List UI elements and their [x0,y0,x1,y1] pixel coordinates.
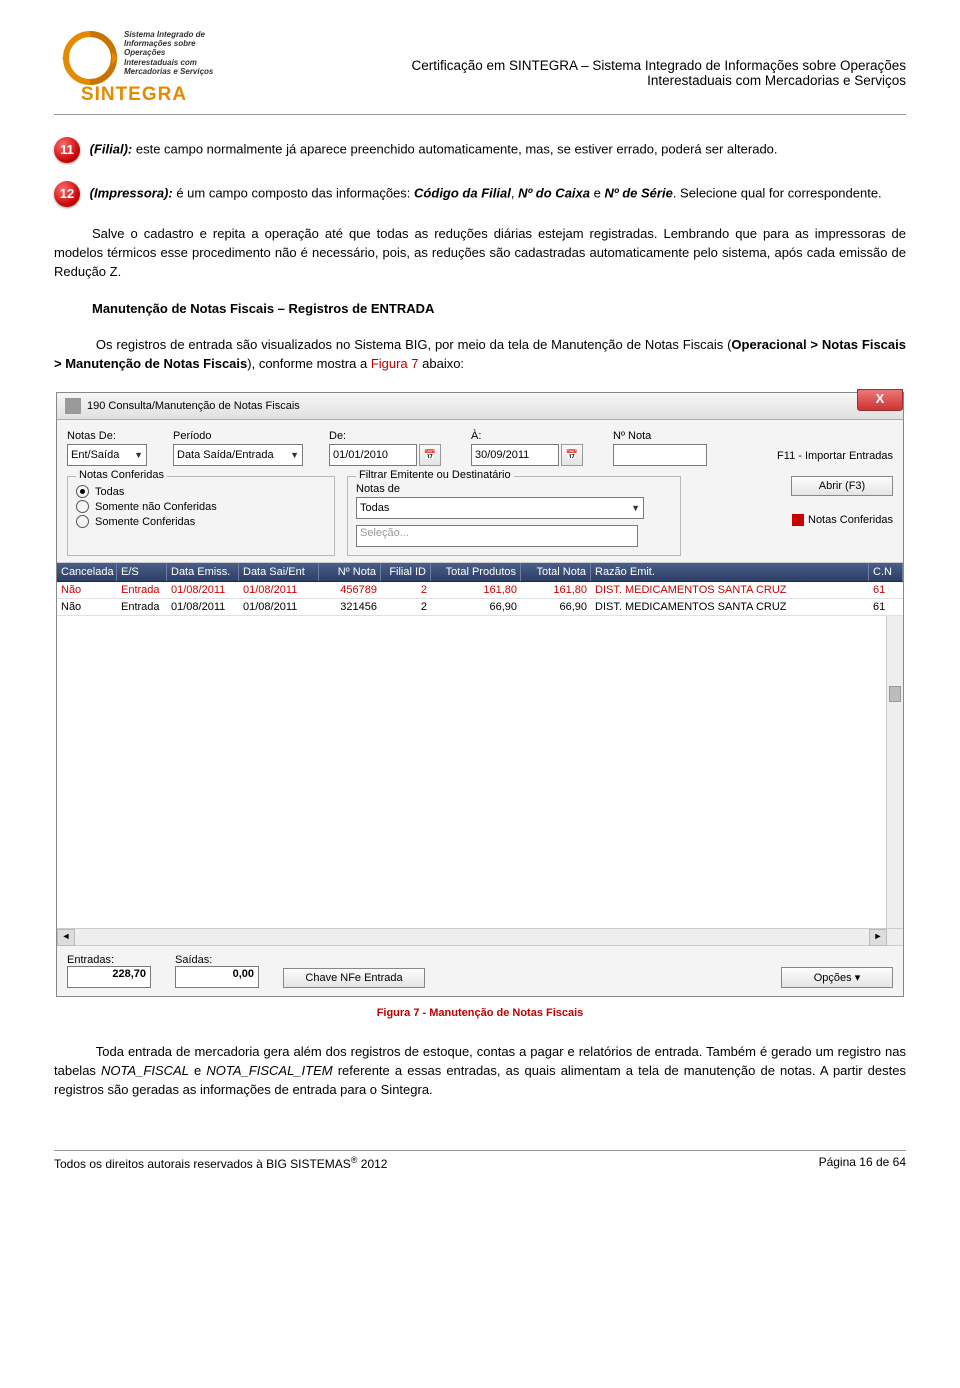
label-de: De: [329,430,445,442]
heading-manutencao: Manutenção de Notas Fiscais – Registros … [54,300,906,319]
calendar-icon: 📅 [424,450,436,461]
chevron-down-icon: ▼ [627,503,640,513]
titlebar: 190 Consulta/Manutenção de Notas Fiscais… [57,393,903,420]
chevron-down-icon: ▼ [286,450,299,460]
para-filial: 11 (Filial): este campo normalmente já a… [54,137,906,163]
input-a[interactable] [471,444,559,466]
window-icon [65,398,81,414]
col-filial-id[interactable]: Filial ID [381,563,431,581]
para-impressora: 12 (Impressora): é um campo composto das… [54,181,906,207]
page-header: Sistema Integrado de Informações sobre O… [54,30,906,115]
scroll-left-icon[interactable]: ◄ [57,929,75,946]
window-title: 190 Consulta/Manutenção de Notas Fiscais [87,400,300,412]
label-notas-de2: Notas de [356,483,672,495]
table-row[interactable]: NãoEntrada01/08/201101/08/20114567892161… [57,582,903,599]
label-notas-de: Notas De: [67,430,147,442]
label-n-nota: Nº Nota [613,430,703,442]
col-total-nota[interactable]: Total Nota [521,563,591,581]
input-n-nota[interactable] [613,444,707,466]
col-data-sai-ent[interactable]: Data Sai/Ent [239,563,319,581]
para-registros: Os registros de entrada são visualizados… [54,336,906,374]
badge-12-icon: 12 [54,181,80,207]
data-grid: Cancelada E/S Data Emiss. Data Sai/Ent N… [57,563,903,945]
logo-block: Sistema Integrado de Informações sobre O… [54,30,214,106]
calendar-icon: 📅 [566,450,578,461]
header-title: Certificação em SINTEGRA – Sistema Integ… [228,30,906,88]
vertical-scrollbar[interactable] [886,616,903,928]
label-periodo: Período [173,430,303,442]
calendar-a-button[interactable]: 📅 [561,444,583,466]
value-entradas: 228,70 [67,966,151,988]
input-de[interactable] [329,444,417,466]
combo-periodo[interactable]: Data Saída/Entrada▼ [173,444,303,466]
grid-header: Cancelada E/S Data Emiss. Data Sai/Ent N… [57,563,903,582]
footer-left: Todos os direitos autorais reservados à … [54,1155,387,1171]
chave-nfe-button[interactable]: Chave NFe Entrada [283,968,425,988]
grid-empty-area [57,616,903,928]
label-f11[interactable]: F11 - Importar Entradas [777,450,893,462]
value-saidas: 0,00 [175,966,259,988]
para-salve: Salve o cadastro e repita a operação até… [54,225,906,282]
abrir-button[interactable]: Abrir (F3) [791,476,893,496]
sintegra-logo-icon [62,30,118,86]
label-a: À: [471,430,587,442]
logo-subtitle: Sistema Integrado de Informações sobre O… [124,30,214,76]
label-saidas: Saídas: [175,954,259,966]
col-data-emiss[interactable]: Data Emiss. [167,563,239,581]
col-razao-emit[interactable]: Razão Emit. [591,563,869,581]
legend-notas-conferidas: Notas Conferidas [792,514,893,526]
fieldset-filtrar: Filtrar Emitente ou Destinatário Notas d… [347,476,681,556]
col-cancelada[interactable]: Cancelada [57,563,117,581]
table-row[interactable]: NãoEntrada01/08/201101/08/2011321456266,… [57,599,903,616]
calendar-de-button[interactable]: 📅 [419,444,441,466]
opcoes-button[interactable]: Opções ▾ [781,967,893,988]
red-square-icon [792,514,804,526]
page-footer: Todos os direitos autorais reservados à … [54,1150,906,1171]
figure-caption: Figura 7 - Manutenção de Notas Fiscais [54,1007,906,1019]
para-final: Toda entrada de mercadoria gera além dos… [54,1043,906,1100]
col-cnpj[interactable]: C.N [869,563,903,581]
col-es[interactable]: E/S [117,563,167,581]
combo-filtro-notas[interactable]: Todas▼ [356,497,644,519]
radio-todas[interactable]: Todas [76,485,326,498]
footer-right: Página 16 de 64 [819,1155,906,1171]
chevron-down-icon: ▼ [130,450,143,460]
input-selecao[interactable]: Seleção... [356,525,638,547]
col-n-nota[interactable]: Nº Nota [319,563,381,581]
scroll-right-icon[interactable]: ► [869,929,887,946]
label-entradas: Entradas: [67,954,151,966]
radio-nao-conferidas[interactable]: Somente não Conferidas [76,500,326,513]
filter-panel: Notas De: Ent/Saída▼ Período Data Saída/… [57,420,903,563]
badge-11-icon: 11 [54,137,80,163]
radio-conferidas[interactable]: Somente Conferidas [76,515,326,528]
footer-bar: Entradas: 228,70 Saídas: 0,00 Chave NFe … [57,945,903,996]
logo-name: SINTEGRA [54,84,214,106]
app-window: 190 Consulta/Manutenção de Notas Fiscais… [56,392,904,997]
col-total-produtos[interactable]: Total Produtos [431,563,521,581]
horizontal-scrollbar[interactable]: ◄ ► [57,928,903,945]
close-button[interactable]: X [857,389,903,411]
combo-notas-de[interactable]: Ent/Saída▼ [67,444,147,466]
fieldset-notas-conferidas: Notas Conferidas Todas Somente não Confe… [67,476,335,556]
